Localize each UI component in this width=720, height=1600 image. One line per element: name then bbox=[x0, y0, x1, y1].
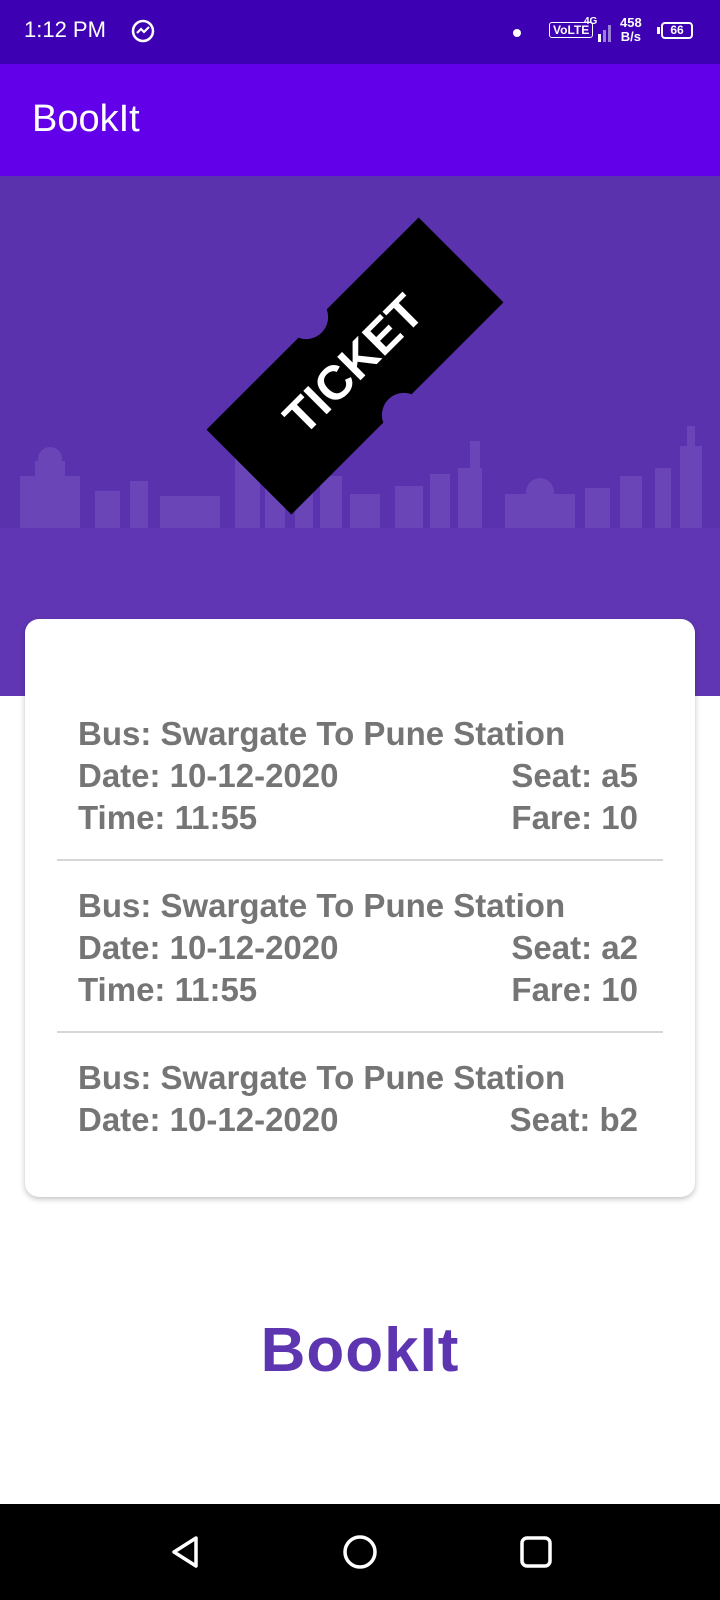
battery-tip bbox=[657, 27, 660, 34]
hero-banner: TICKET bbox=[0, 176, 720, 696]
footer-logo: BookIt bbox=[260, 1316, 460, 1385]
booking-time: Time: 11:55 bbox=[78, 971, 258, 1008]
back-icon[interactable] bbox=[168, 1534, 204, 1570]
battery-icon: 66 bbox=[661, 22, 693, 39]
network-type: 4G bbox=[584, 16, 598, 27]
booking-fare: Fare: 10 bbox=[511, 799, 638, 836]
speed-unit: B/s bbox=[620, 29, 641, 44]
booking-time: Time: 11:55 bbox=[78, 799, 258, 836]
list-item[interactable]: Bus: Swargate To Pune Station Date: 10-1… bbox=[78, 887, 638, 1017]
bus-route: Bus: Swargate To Pune Station bbox=[78, 1059, 566, 1096]
status-bar: 1:12 PM VoLTE 4G 458 B/s 66 bbox=[0, 0, 720, 64]
recents-icon[interactable] bbox=[518, 1534, 554, 1570]
divider bbox=[57, 859, 663, 861]
bus-route: Bus: Swargate To Pune Station bbox=[78, 715, 566, 752]
bus-route: Bus: Swargate To Pune Station bbox=[78, 887, 566, 924]
speed-value: 458 bbox=[620, 15, 642, 30]
home-icon[interactable] bbox=[342, 1534, 378, 1570]
city-skyline-illustration: TICKET bbox=[0, 176, 720, 696]
sync-icon bbox=[131, 19, 155, 43]
list-item[interactable]: Bus: Swargate To Pune Station Date: 10-1… bbox=[78, 715, 638, 845]
navigation-bar bbox=[0, 1504, 720, 1600]
app-title: BookIt bbox=[32, 98, 140, 140]
app-bar: BookIt bbox=[0, 64, 720, 176]
booking-date: Date: 10-12-2020 bbox=[78, 1101, 339, 1138]
booking-date: Date: 10-12-2020 bbox=[78, 757, 339, 794]
booking-fare: Fare: 10 bbox=[511, 971, 638, 1008]
booking-list-card: Bus: Swargate To Pune Station Date: 10-1… bbox=[25, 619, 695, 1197]
divider bbox=[57, 1031, 663, 1033]
booking-seat: Seat: a5 bbox=[511, 757, 638, 794]
status-time: 1:12 PM bbox=[24, 17, 106, 42]
notification-dot-icon bbox=[513, 29, 521, 37]
booking-seat: Seat: a2 bbox=[511, 929, 638, 966]
booking-date: Date: 10-12-2020 bbox=[78, 929, 339, 966]
network-speed: 458 B/s bbox=[620, 16, 642, 44]
signal-icon bbox=[598, 25, 611, 42]
list-item[interactable]: Bus: Swargate To Pune Station Date: 10-1… bbox=[78, 1059, 638, 1149]
booking-seat: Seat: b2 bbox=[509, 1101, 638, 1138]
